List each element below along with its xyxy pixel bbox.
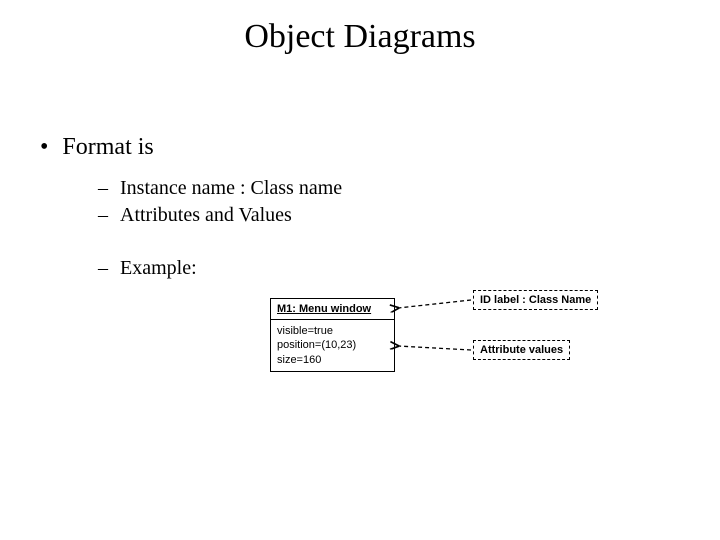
slide-content: • Format is – Instance name : Class name…: [0, 56, 720, 372]
object-attributes: visible=true position=(10,23) size=160: [271, 320, 394, 371]
bullet-level2: – Instance name : Class name: [98, 175, 720, 202]
callout-attr-values: Attribute values: [473, 340, 570, 360]
bullet-dash-icon: –: [98, 255, 108, 282]
bullet-dash-icon: –: [98, 175, 108, 202]
attr-line: position=(10,23): [277, 339, 356, 351]
bullet-level1: • Format is: [40, 134, 720, 161]
sub-bullet-1: Attributes and Values: [120, 202, 292, 229]
example-diagram: M1: Menu window visible=true position=(1…: [270, 298, 720, 372]
attr-line: visible=true: [277, 325, 333, 337]
bullet-dash-icon: –: [98, 202, 108, 229]
object-box: M1: Menu window visible=true position=(1…: [270, 298, 395, 372]
bullet-main-text: Format is: [62, 134, 153, 161]
object-header: M1: Menu window: [271, 299, 394, 320]
callout-id-label: ID label : Class Name: [473, 290, 598, 310]
bullet-level2: – Attributes and Values: [98, 202, 720, 229]
bullet-level2: – Example:: [98, 255, 720, 282]
bullet-dot-icon: •: [40, 134, 48, 161]
slide-title: Object Diagrams: [0, 0, 720, 56]
attr-line: size=160: [277, 354, 321, 366]
sub-bullet-2: Example:: [120, 255, 197, 282]
sub-bullet-0: Instance name : Class name: [120, 175, 342, 202]
